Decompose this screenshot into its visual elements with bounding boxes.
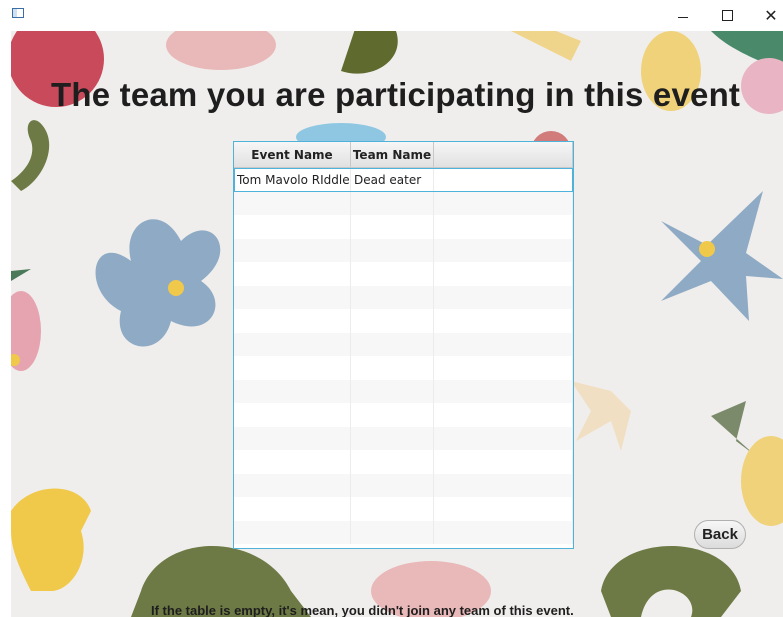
empty-cell (234, 497, 351, 521)
empty-cell (434, 238, 573, 262)
maximize-button[interactable] (704, 0, 750, 31)
empty-cell (351, 403, 434, 427)
close-button[interactable]: ✕ (748, 0, 783, 31)
table-row[interactable] (234, 356, 573, 380)
cell-filler (434, 168, 573, 192)
empty-cell (351, 426, 434, 450)
close-icon: ✕ (764, 5, 778, 25)
empty-cell (351, 309, 434, 333)
empty-cell (234, 426, 351, 450)
empty-cell (234, 285, 351, 309)
page-title: The team you are participating in this e… (51, 76, 741, 113)
empty-cell (234, 520, 351, 544)
back-button[interactable]: Back (694, 520, 746, 549)
table-row[interactable] (234, 285, 573, 309)
empty-cell (351, 520, 434, 544)
empty-cell (234, 215, 351, 239)
team-table[interactable]: Event Name Team Name Tom Mavolo RIddle D… (233, 141, 574, 549)
column-header-team-name[interactable]: Team Name (351, 142, 434, 167)
window-app-icon[interactable] (12, 8, 24, 18)
table-row[interactable] (234, 520, 573, 544)
empty-cell (351, 356, 434, 380)
content-area: The team you are participating in this e… (11, 31, 783, 617)
minimize-icon (678, 17, 688, 18)
empty-cell (234, 191, 351, 215)
empty-table-hint: If the table is empty, it's mean, you di… (151, 603, 574, 617)
empty-cell (434, 262, 573, 286)
table-row[interactable] (234, 309, 573, 333)
empty-cell (434, 379, 573, 403)
empty-cell (351, 238, 434, 262)
table-row[interactable] (234, 238, 573, 262)
table-row[interactable] (234, 379, 573, 403)
empty-cell (351, 262, 434, 286)
table-row[interactable] (234, 497, 573, 521)
empty-cell (351, 497, 434, 521)
empty-cell (351, 215, 434, 239)
minimize-button[interactable] (660, 0, 706, 31)
table-row[interactable] (234, 262, 573, 286)
table-row[interactable] (234, 426, 573, 450)
table-row[interactable] (234, 191, 573, 215)
empty-cell (434, 497, 573, 521)
empty-cell (234, 403, 351, 427)
maximize-icon (721, 10, 733, 21)
empty-cell (234, 332, 351, 356)
table-row[interactable] (234, 332, 573, 356)
table-row[interactable]: Tom Mavolo RIddle Dead eater (234, 168, 573, 192)
window-titlebar: ✕ (0, 0, 783, 31)
empty-cell (434, 403, 573, 427)
table-header: Event Name Team Name (234, 142, 573, 168)
empty-cell (434, 520, 573, 544)
empty-cell (234, 356, 351, 380)
empty-cell (434, 356, 573, 380)
table-row[interactable] (234, 450, 573, 474)
cell-event-name: Tom Mavolo RIddle (234, 168, 351, 192)
empty-cell (351, 332, 434, 356)
table-row[interactable] (234, 403, 573, 427)
empty-cell (434, 332, 573, 356)
empty-cell (351, 473, 434, 497)
empty-cell (434, 309, 573, 333)
table-body: Tom Mavolo RIddle Dead eater (234, 168, 573, 544)
empty-cell (351, 450, 434, 474)
empty-cell (351, 379, 434, 403)
table-row[interactable] (234, 215, 573, 239)
empty-cell (434, 450, 573, 474)
empty-cell (234, 309, 351, 333)
empty-cell (234, 379, 351, 403)
empty-cell (434, 426, 573, 450)
empty-cell (434, 215, 573, 239)
empty-cell (234, 473, 351, 497)
empty-cell (234, 238, 351, 262)
empty-cell (351, 285, 434, 309)
column-header-event-name[interactable]: Event Name (234, 142, 351, 167)
column-header-filler (434, 142, 573, 167)
empty-cell (434, 191, 573, 215)
table-row[interactable] (234, 473, 573, 497)
empty-cell (234, 450, 351, 474)
cell-team-name: Dead eater (351, 168, 434, 192)
empty-cell (434, 285, 573, 309)
empty-cell (351, 191, 434, 215)
empty-cell (434, 473, 573, 497)
empty-cell (234, 262, 351, 286)
